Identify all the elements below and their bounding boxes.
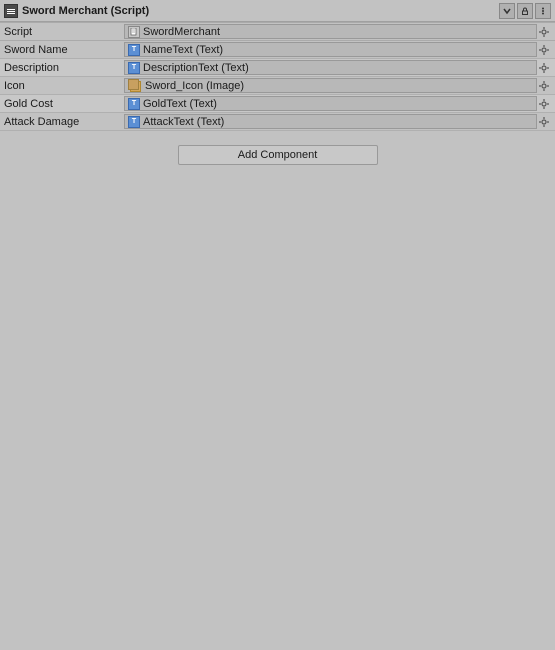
field-row-icon-right: Sword_Icon (Image) (124, 78, 551, 93)
field-value-box-gold-cost[interactable]: T GoldText (Text) (124, 96, 537, 111)
field-row-gold-cost-right: T GoldText (Text) (124, 96, 551, 111)
add-component-area: Add Component (0, 135, 555, 175)
field-row-sword-name: Sword Name T NameText (Text) (0, 41, 555, 59)
field-value-box-sword-name[interactable]: T NameText (Text) (124, 42, 537, 57)
field-settings-icon-0[interactable] (537, 43, 551, 57)
field-value-icon: Sword_Icon (Image) (145, 80, 533, 92)
field-row-description: Description T DescriptionText (Text) (0, 59, 555, 77)
field-label-icon: Icon (4, 80, 124, 92)
field-settings-icon-1[interactable] (537, 61, 551, 75)
text-component-icon-3: T (128, 98, 140, 110)
component-header: Sword Merchant (Script) (0, 0, 555, 22)
lock-button[interactable] (517, 3, 533, 19)
field-value-gold-cost: GoldText (Text) (143, 98, 533, 110)
field-row-sword-name-right: T NameText (Text) (124, 42, 551, 57)
menu-button[interactable] (535, 3, 551, 19)
field-label-gold-cost: Gold Cost (4, 98, 124, 110)
image-component-icon (128, 79, 142, 93)
field-value-box-description[interactable]: T DescriptionText (Text) (124, 60, 537, 75)
text-component-icon-1: T (128, 62, 140, 74)
field-value-description: DescriptionText (Text) (143, 62, 533, 74)
script-row-right: SwordMerchant (124, 24, 551, 39)
add-component-button[interactable]: Add Component (178, 145, 378, 165)
script-settings-icon[interactable] (537, 25, 551, 39)
field-label-attack-damage: Attack Damage (4, 116, 124, 128)
field-value-box-icon[interactable]: Sword_Icon (Image) (124, 78, 537, 93)
field-settings-icon-2[interactable] (537, 79, 551, 93)
field-settings-icon-3[interactable] (537, 97, 551, 111)
field-row-gold-cost: Gold Cost T GoldText (Text) (0, 95, 555, 113)
field-label-sword-name: Sword Name (4, 44, 124, 56)
script-value-box[interactable]: SwordMerchant (124, 24, 537, 39)
header-actions (499, 3, 551, 19)
field-row-attack-damage: Attack Damage T AttackText (Text) (0, 113, 555, 131)
field-value-sword-name: NameText (Text) (143, 44, 533, 56)
field-label-description: Description (4, 62, 124, 74)
collapse-button[interactable] (499, 3, 515, 19)
script-label: Script (4, 26, 124, 38)
field-row-attack-damage-right: T AttackText (Text) (124, 114, 551, 129)
header-title: Sword Merchant (Script) (22, 5, 499, 17)
script-value-text: SwordMerchant (143, 26, 533, 38)
script-row: Script SwordMerchant (0, 23, 555, 41)
field-row-icon: Icon Sword_Icon (Image) (0, 77, 555, 95)
field-value-box-attack-damage[interactable]: T AttackText (Text) (124, 114, 537, 129)
component-icon (4, 4, 18, 18)
text-component-icon: T (128, 44, 140, 56)
text-component-icon-4: T (128, 116, 140, 128)
component-block: Script SwordMerchant (0, 22, 555, 131)
field-row-description-right: T DescriptionText (Text) (124, 60, 551, 75)
script-file-icon (128, 26, 140, 38)
field-value-attack-damage: AttackText (Text) (143, 116, 533, 128)
field-settings-icon-4[interactable] (537, 115, 551, 129)
